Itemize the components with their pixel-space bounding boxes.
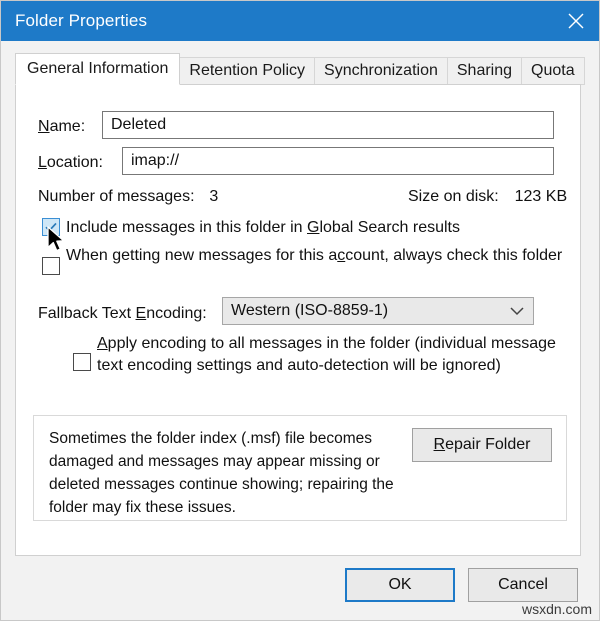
- repair-folder-group: Sometimes the folder index (.msf) file b…: [33, 415, 567, 521]
- cancel-button-label: Cancel: [498, 576, 548, 593]
- tab-retention-policy[interactable]: Retention Policy: [180, 57, 316, 85]
- size-on-disk-value: 123 KB: [514, 188, 568, 205]
- fallback-encoding-label: Fallback Text Encoding:: [38, 305, 207, 322]
- dialog-footer: OK Cancel wsxdn.com: [2, 557, 598, 619]
- close-icon[interactable]: [553, 1, 599, 41]
- checkbox-apply-encoding-label[interactable]: Apply encoding to all messages in the fo…: [97, 333, 557, 377]
- cancel-button[interactable]: Cancel: [468, 568, 578, 602]
- checkbox-always-check-folder[interactable]: [42, 257, 60, 275]
- folder-properties-dialog: Folder Properties General Information Re…: [0, 0, 600, 621]
- fallback-encoding-select[interactable]: Western (ISO-8859-1): [222, 297, 534, 325]
- number-of-messages: Number of messages: 3: [38, 188, 218, 206]
- name-input[interactable]: Deleted: [102, 111, 554, 139]
- location-input-value: imap://: [131, 152, 180, 169]
- tab-label: General Information: [27, 60, 169, 77]
- checkbox-apply-encoding[interactable]: [73, 353, 91, 371]
- tab-quota[interactable]: Quota: [522, 57, 585, 85]
- chevron-down-icon: [510, 306, 524, 316]
- tab-strip: General Information Retention Policy Syn…: [15, 53, 585, 85]
- location-label: Location:: [38, 154, 103, 171]
- location-input[interactable]: imap://: [122, 147, 554, 175]
- number-of-messages-value: 3: [209, 188, 219, 205]
- tab-label: Sharing: [456, 62, 513, 79]
- ok-button-label: OK: [388, 576, 412, 593]
- watermark: wsxdn.com: [521, 601, 592, 617]
- general-information-panel: Name: Deleted Location: imap:// Number o…: [15, 84, 581, 556]
- ok-button[interactable]: OK: [345, 568, 455, 602]
- tab-synchronization[interactable]: Synchronization: [315, 57, 448, 85]
- dialog-client-area: General Information Retention Policy Syn…: [2, 41, 598, 619]
- size-on-disk-label: Size on disk:: [408, 188, 499, 205]
- number-of-messages-label: Number of messages:: [38, 188, 195, 205]
- repair-folder-button[interactable]: Repair Folder: [412, 428, 552, 462]
- size-on-disk: Size on disk: 123 KB: [408, 188, 567, 206]
- repair-folder-description: Sometimes the folder index (.msf) file b…: [49, 430, 394, 516]
- titlebar: Folder Properties: [1, 1, 599, 41]
- repair-folder-button-label: Repair Folder: [433, 436, 531, 453]
- window-title: Folder Properties: [15, 11, 148, 30]
- tab-general-information[interactable]: General Information: [15, 53, 181, 85]
- tab-sharing[interactable]: Sharing: [447, 57, 523, 85]
- checkbox-global-search[interactable]: [42, 218, 60, 236]
- checkbox-global-search-label[interactable]: Include messages in this folder in Globa…: [66, 217, 566, 239]
- name-input-value: Deleted: [111, 116, 167, 133]
- tab-label: Retention Policy: [189, 62, 306, 79]
- tab-label: Quota: [531, 62, 575, 79]
- fallback-encoding-value: Western (ISO-8859-1): [231, 302, 389, 319]
- checkbox-always-check-folder-label[interactable]: When getting new messages for this accou…: [66, 245, 571, 267]
- name-label: Name:: [38, 118, 86, 135]
- tab-label: Synchronization: [324, 62, 438, 79]
